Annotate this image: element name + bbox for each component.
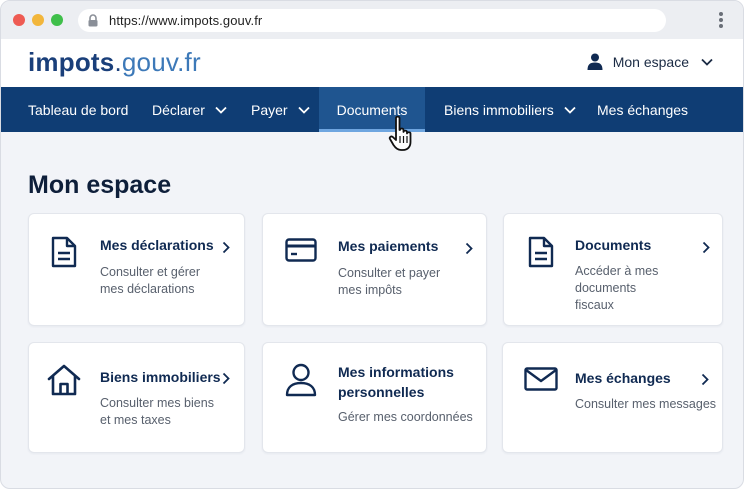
chevron-right-icon	[465, 242, 473, 255]
card-title-line: Mes informations	[338, 364, 454, 380]
card-biens-immobiliers[interactable]: Biens immobiliers Consulter mes biens et…	[28, 342, 245, 453]
chevron-right-icon	[702, 241, 710, 254]
nav-item-payer[interactable]: Payer	[251, 87, 310, 132]
page-title: Mon espace	[28, 171, 172, 199]
card-description-line: Consulter mes messages	[575, 397, 717, 411]
card-description: Consulter mes messages	[575, 396, 716, 413]
url-text: https://www.impots.gouv.fr	[109, 13, 263, 28]
card-description: Accéder à mes documents fiscaux	[575, 263, 722, 314]
main-navigation: Tableau de bord Déclarer Payer Documents…	[1, 87, 743, 132]
nav-item-label: Tableau de bord	[28, 101, 129, 118]
envelope-icon	[524, 367, 558, 391]
card-description: Consulter et payer mes impôts	[338, 265, 440, 299]
nav-item-declarer[interactable]: Déclarer	[152, 87, 227, 132]
chevron-down-icon	[564, 106, 576, 114]
chevron-down-icon	[701, 58, 713, 66]
chevron-down-icon	[297, 106, 310, 114]
card-title: Mes paiements	[338, 238, 439, 254]
card-description-line: Consulter et payer	[338, 266, 441, 280]
browser-window: https://www.impots.gouv.fr impots.gouv.f…	[0, 0, 744, 489]
chevron-right-icon	[222, 241, 230, 254]
card-mes-paiements[interactable]: Mes paiements Consulter et payer mes imp…	[262, 213, 487, 326]
user-icon	[587, 53, 603, 70]
card-description-line: Consulter mes biens	[100, 396, 214, 410]
nav-item-label: Déclarer	[152, 101, 205, 118]
nav-item-label: Mes échanges	[597, 101, 689, 118]
card-description-line: Gérer mes coordonnées	[338, 410, 473, 424]
nav-item-tableau-de-bord[interactable]: Tableau de bord	[28, 87, 128, 132]
card-title: Mes déclarations	[100, 237, 214, 253]
house-icon	[47, 364, 81, 396]
account-menu[interactable]: Mon espace	[587, 53, 713, 70]
logo-dot: .	[114, 47, 122, 77]
credit-card-icon	[285, 238, 317, 262]
card-title: Mes informations personnelles	[338, 362, 454, 402]
minimize-window-button[interactable]	[32, 14, 44, 26]
card-description-line: et mes taxes	[100, 413, 171, 427]
site-header: impots.gouv.fr Mon espace	[1, 39, 743, 87]
card-title: Mes échanges	[575, 370, 671, 386]
chevron-down-icon	[215, 106, 227, 114]
card-description: Gérer mes coordonnées	[338, 409, 473, 426]
card-title-line: personnelles	[338, 384, 425, 400]
chevron-right-icon	[701, 373, 709, 386]
chevron-right-icon	[222, 372, 230, 385]
card-mes-informations-personnelles[interactable]: Mes informations personnelles Gérer mes …	[262, 342, 487, 453]
nav-item-label: Payer	[251, 101, 288, 118]
card-description-line: fiscaux	[575, 298, 614, 312]
browser-chrome: https://www.impots.gouv.fr	[1, 1, 743, 39]
account-label: Mon espace	[612, 53, 689, 70]
card-title: Documents	[575, 237, 652, 253]
nav-item-biens-immobiliers[interactable]: Biens immobiliers	[444, 87, 576, 132]
document-icon	[51, 236, 77, 268]
close-window-button[interactable]	[13, 14, 25, 26]
card-documents[interactable]: Documents Accéder à mes documents fiscau…	[503, 213, 723, 326]
document-icon	[528, 236, 554, 268]
logo-text-impots: impots	[28, 47, 115, 77]
nav-item-label: Biens immobiliers	[444, 101, 554, 118]
card-description-line: mes déclarations	[100, 282, 195, 296]
card-description-line: mes impôts	[338, 283, 402, 297]
card-description: Consulter et gérer mes déclarations	[100, 264, 200, 298]
logo-text-gouv: gouv.fr	[121, 47, 201, 77]
browser-menu-icon[interactable]	[719, 12, 723, 28]
card-mes-declarations[interactable]: Mes déclarations Consulter et gérer mes …	[28, 213, 245, 326]
hand-pointer-cursor-icon	[388, 115, 412, 151]
card-mes-echanges[interactable]: Mes échanges Consulter mes messages	[502, 342, 723, 453]
maximize-window-button[interactable]	[51, 14, 63, 26]
card-description-line: Consulter et gérer	[100, 265, 201, 279]
lock-icon	[88, 14, 98, 27]
address-bar[interactable]: https://www.impots.gouv.fr	[78, 9, 666, 32]
person-icon	[285, 363, 317, 397]
card-title: Biens immobiliers	[100, 369, 221, 385]
card-description-line: Accéder à mes documents	[575, 264, 659, 295]
nav-item-mes-echanges[interactable]: Mes échanges	[597, 87, 688, 132]
card-description: Consulter mes biens et mes taxes	[100, 395, 214, 429]
site-logo[interactable]: impots.gouv.fr	[28, 47, 201, 78]
